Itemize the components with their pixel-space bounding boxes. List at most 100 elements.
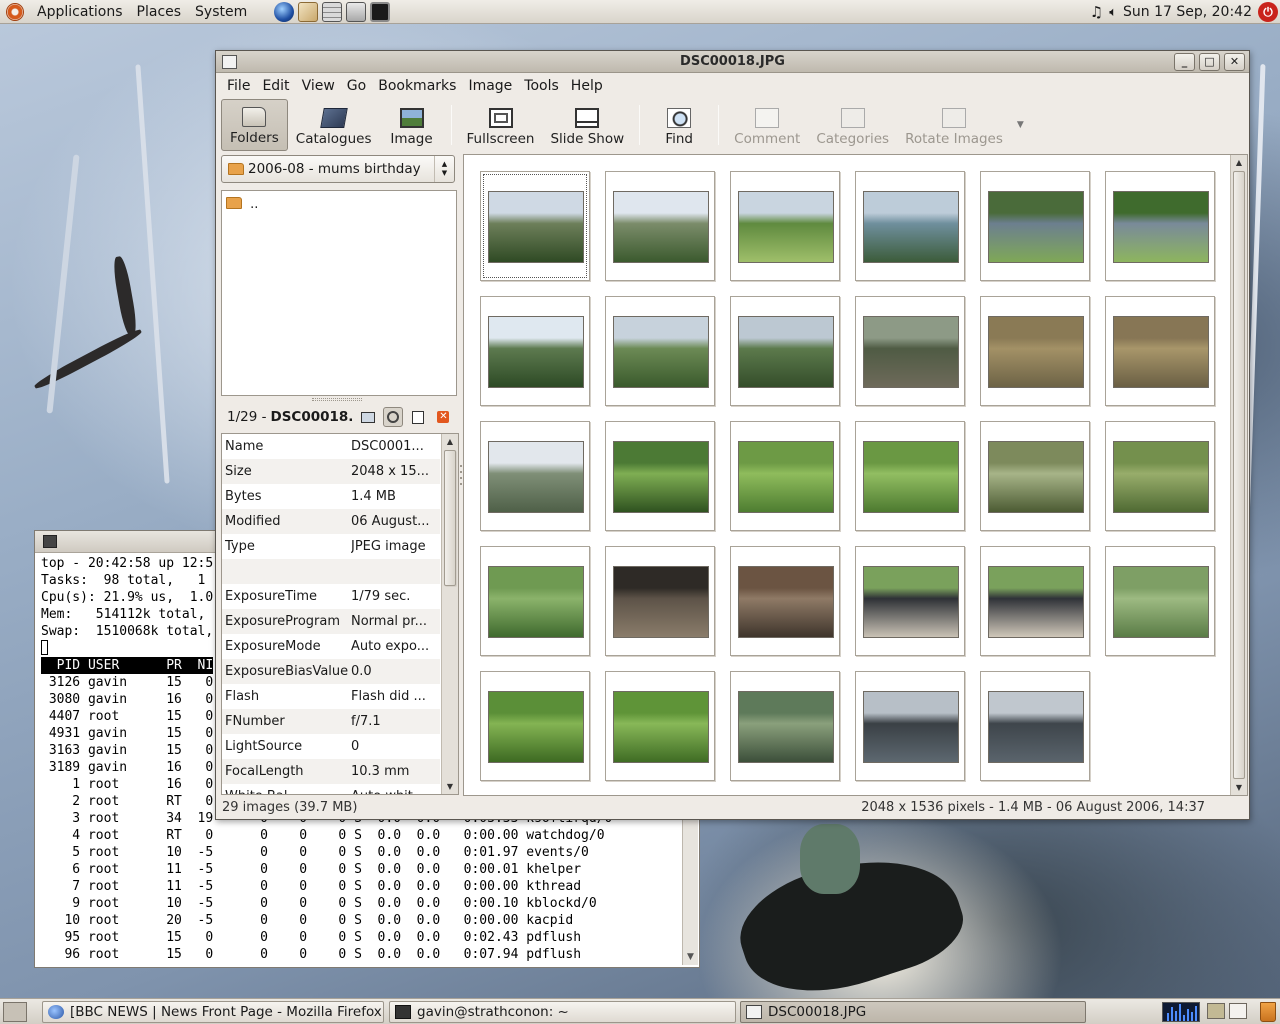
scroll-down-arrow-icon[interactable]: ▼ bbox=[683, 950, 698, 965]
thumbnail-hillside-stream[interactable] bbox=[730, 296, 840, 406]
menu-file[interactable]: File bbox=[221, 78, 256, 94]
rotate-images-button[interactable]: Rotate Images bbox=[897, 99, 1011, 151]
workspace-1[interactable] bbox=[1207, 1003, 1225, 1019]
folder-list[interactable]: .. bbox=[221, 190, 457, 396]
scroll-down-arrow-icon[interactable]: ▼ bbox=[442, 779, 458, 794]
edit-comment-icon[interactable] bbox=[408, 407, 428, 427]
thumbnail-loch-hills[interactable] bbox=[980, 671, 1090, 781]
property-row[interactable]: FocalLength 10.3 mm bbox=[222, 759, 440, 784]
task-gthumb[interactable]: DSC00018.JPG bbox=[740, 1001, 1086, 1023]
thumbnail-rock-pool[interactable] bbox=[605, 546, 715, 656]
thumbnail-car-person[interactable] bbox=[855, 546, 965, 656]
thumbnail-grass-bluebell[interactable] bbox=[730, 421, 840, 531]
menu-places[interactable]: Places bbox=[130, 4, 189, 20]
close-info-icon[interactable]: ✕ bbox=[433, 407, 453, 427]
property-row[interactable]: Name DSC0001... bbox=[222, 434, 440, 459]
thumbnail-car-person-2[interactable] bbox=[980, 546, 1090, 656]
web-browser-icon[interactable] bbox=[274, 1, 295, 22]
property-row[interactable]: Type JPEG image bbox=[222, 534, 440, 559]
thumbnail-river-bend[interactable] bbox=[855, 171, 965, 281]
thumbnail-stone-bridge[interactable] bbox=[855, 296, 965, 406]
property-row[interactable]: ExposureTime 1/79 sec. bbox=[222, 584, 440, 609]
find-button[interactable]: Find bbox=[647, 99, 711, 151]
system-monitor-graph[interactable] bbox=[1162, 1002, 1200, 1022]
slideshow-button[interactable]: Slide Show bbox=[542, 99, 632, 151]
thumbnail-yellow-flower[interactable] bbox=[480, 671, 590, 781]
thumbnail-heather-2[interactable] bbox=[1105, 421, 1215, 531]
image-properties-table[interactable]: Name DSC0001... Size 2048 x 15... Bytes 1.4 M… bbox=[221, 433, 459, 795]
property-row[interactable]: Flash Flash did ... bbox=[222, 684, 440, 709]
thumbnail-bracken[interactable] bbox=[480, 421, 590, 531]
show-desktop-icon[interactable] bbox=[3, 1002, 27, 1022]
thumbnail-heather[interactable] bbox=[980, 421, 1090, 531]
menu-edit[interactable]: Edit bbox=[256, 78, 295, 94]
property-row[interactable]: ExposureMode Auto expo... bbox=[222, 634, 440, 659]
properties-scrollbar[interactable]: ▲ ▼ bbox=[441, 434, 458, 794]
scroll-up-arrow-icon[interactable]: ▲ bbox=[1231, 155, 1247, 170]
ubuntu-logo-icon[interactable] bbox=[6, 2, 24, 21]
property-row[interactable]: ExposureProgram Normal pr... bbox=[222, 609, 440, 634]
property-row[interactable]: Bytes 1.4 MB bbox=[222, 484, 440, 509]
folder-item-parent[interactable]: .. bbox=[226, 197, 258, 212]
catalogues-button[interactable]: Catalogues bbox=[288, 99, 380, 151]
music-note-icon[interactable]: ♫ bbox=[1090, 3, 1103, 21]
scroll-up-arrow-icon[interactable]: ▲ bbox=[442, 434, 458, 449]
categories-button[interactable]: Categories bbox=[808, 99, 897, 151]
property-row[interactable]: Modified 06 August... bbox=[222, 509, 440, 534]
menu-view[interactable]: View bbox=[296, 78, 341, 94]
thumbnail-valley-hills[interactable] bbox=[480, 171, 590, 281]
menu-image[interactable]: Image bbox=[462, 78, 518, 94]
thumbnail-waterfall-hillside[interactable] bbox=[605, 171, 715, 281]
menu-tools[interactable]: Tools bbox=[518, 78, 565, 94]
thumbnail-grass-bluebell-2[interactable] bbox=[855, 421, 965, 531]
folders-button[interactable]: Folders bbox=[221, 99, 288, 151]
menu-applications[interactable]: Applications bbox=[30, 4, 130, 20]
thumbnail-green-field[interactable] bbox=[1105, 546, 1215, 656]
task-terminal[interactable]: gavin@strathconon: ~ bbox=[389, 1001, 736, 1023]
thumbnail-yellow-flower-2[interactable] bbox=[605, 671, 715, 781]
calculator-icon[interactable] bbox=[322, 1, 343, 22]
menu-go[interactable]: Go bbox=[341, 78, 372, 94]
property-row[interactable] bbox=[222, 559, 440, 584]
thumbnail-river-meadow[interactable] bbox=[730, 171, 840, 281]
menu-help[interactable]: Help bbox=[565, 78, 609, 94]
workspace-2[interactable] bbox=[1229, 1003, 1247, 1019]
thumbnail-hillside-sheep[interactable] bbox=[605, 296, 715, 406]
thumbnail-grid[interactable]: ▲ ▼ bbox=[463, 154, 1248, 796]
window-menu-icon[interactable] bbox=[222, 55, 237, 69]
thumbnail-green-slope[interactable] bbox=[480, 546, 590, 656]
comment-button[interactable]: Comment bbox=[726, 99, 808, 151]
scrollbar-thumb[interactable] bbox=[1233, 171, 1245, 779]
minimize-button[interactable]: _ bbox=[1174, 53, 1195, 71]
logout-icon[interactable]: ⏻ bbox=[1258, 2, 1278, 22]
pane-splitter[interactable] bbox=[312, 398, 362, 401]
image-button[interactable]: Image bbox=[380, 99, 444, 151]
terminal-icon[interactable] bbox=[370, 1, 391, 22]
thumbnail-ferns[interactable] bbox=[605, 421, 715, 531]
property-row[interactable]: Size 2048 x 15... bbox=[222, 459, 440, 484]
scroll-down-arrow-icon[interactable]: ▼ bbox=[1231, 780, 1247, 795]
folder-combo[interactable]: 2006-08 - mums birthday ▲ ▼ bbox=[221, 155, 455, 183]
fullscreen-button[interactable]: Fullscreen bbox=[459, 99, 543, 151]
thumbnail-river-grass[interactable] bbox=[1105, 171, 1215, 281]
mail-icon[interactable] bbox=[298, 1, 319, 22]
property-row[interactable]: White Bal...Auto whit... bbox=[222, 784, 440, 794]
thumbnail-scrollbar[interactable]: ▲ ▼ bbox=[1230, 155, 1247, 795]
thumbnail-loch-dusk[interactable] bbox=[855, 671, 965, 781]
task-firefox[interactable]: [BBC NEWS | News Front Page - Mozilla Fi… bbox=[42, 1001, 384, 1023]
thumbnail-rippled-sand-2[interactable] bbox=[1105, 296, 1215, 406]
network-icon[interactable] bbox=[346, 1, 367, 22]
thumbnail-rippled-sand[interactable] bbox=[980, 296, 1090, 406]
clock[interactable]: Sun 17 Sep, 20:42 bbox=[1123, 4, 1252, 20]
thumbnail-river-water[interactable] bbox=[980, 171, 1090, 281]
close-button[interactable]: ✕ bbox=[1224, 53, 1245, 71]
gthumb-titlebar[interactable]: DSC00018.JPG _ □ ✕ bbox=[216, 51, 1249, 73]
scrollbar-thumb[interactable] bbox=[444, 450, 456, 586]
menu-system[interactable]: System bbox=[188, 4, 254, 20]
toolbar-overflow-icon[interactable]: ▼ bbox=[1017, 120, 1024, 130]
view-image-icon[interactable] bbox=[358, 407, 378, 427]
menu-bookmarks[interactable]: Bookmarks bbox=[372, 78, 462, 94]
thumbnail-rocky-stream[interactable] bbox=[730, 546, 840, 656]
property-row[interactable]: ExposureBiasValue 0.0 bbox=[222, 659, 440, 684]
thumbnail-valley-trees[interactable] bbox=[480, 296, 590, 406]
